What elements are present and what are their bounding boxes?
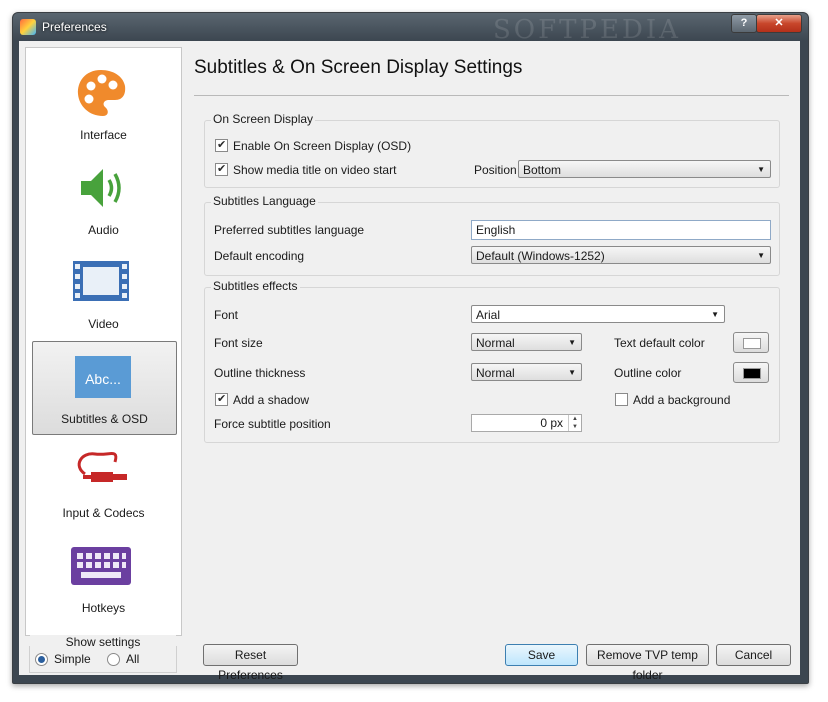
sidebar-item-input-codecs[interactable]: Input & Codecs	[26, 436, 181, 528]
outline-color-label: Outline color	[614, 366, 682, 380]
chevron-down-icon: ▼	[711, 310, 719, 319]
subtitles-icon: Abc...	[75, 356, 131, 398]
save-button[interactable]: Save	[505, 644, 578, 666]
text-color-button[interactable]	[733, 332, 769, 353]
remove-temp-folder-button[interactable]: Remove TVP temp folder	[586, 644, 709, 682]
sidebar-item-label: Subtitles & OSD	[61, 412, 148, 426]
enable-osd-label: Enable On Screen Display (OSD)	[233, 139, 412, 153]
osd-group-title: On Screen Display	[211, 112, 316, 126]
font-label: Font	[214, 308, 239, 322]
outline-color-button[interactable]	[733, 362, 769, 383]
reset-preferences-button[interactable]: Reset Preferences	[203, 644, 298, 682]
add-shadow-checkbox[interactable]	[215, 392, 228, 406]
chevron-down-icon: ▼	[568, 338, 576, 347]
sidebar-item-interface[interactable]: Interface	[26, 58, 181, 150]
sidebar-item-label: Hotkeys	[81, 601, 126, 615]
sidebar-item-hotkeys[interactable]: Hotkeys	[26, 531, 181, 623]
enable-osd-checkbox[interactable]	[215, 138, 228, 152]
language-group-title: Subtitles Language	[211, 194, 318, 208]
subtitles-language-group: Subtitles Language Preferred subtitles l…	[204, 194, 780, 276]
speaker-icon	[81, 169, 121, 207]
text-color-swatch	[743, 338, 761, 349]
close-button[interactable]: ✕	[756, 14, 802, 33]
client-area: Interface Audio Video Abc... Subtitles &…	[19, 41, 800, 682]
sidebar-item-label: Interface	[80, 128, 127, 142]
chevron-down-icon: ▼	[757, 251, 765, 260]
force-position-label: Force subtitle position	[214, 417, 331, 431]
radio-simple[interactable]	[35, 653, 48, 666]
add-background-checkbox[interactable]	[615, 393, 628, 406]
add-background-label: Add a background	[633, 393, 731, 407]
force-position-value: 0 px	[540, 416, 563, 430]
outline-color-swatch	[743, 368, 761, 379]
encoding-value: Default (Windows-1252)	[476, 249, 605, 263]
app-icon	[20, 19, 36, 35]
font-size-select[interactable]: Normal ▼	[471, 333, 582, 351]
position-value: Bottom	[523, 163, 562, 177]
font-value: Arial	[476, 308, 501, 322]
effects-group-title: Subtitles effects	[211, 279, 300, 293]
force-position-spinbox[interactable]: 0 px ▲ ▼	[471, 414, 582, 432]
cancel-button[interactable]: Cancel	[716, 644, 791, 666]
palette-icon	[77, 70, 126, 116]
subtitles-effects-group: Subtitles effects Font Arial ▼ Font size…	[204, 279, 780, 443]
film-icon	[73, 261, 129, 301]
preferences-window: Preferences SOFTPEDIA ? ✕ Interface Audi…	[12, 12, 809, 684]
cable-icon	[77, 452, 127, 482]
outline-thickness-select[interactable]: Normal ▼	[471, 363, 582, 381]
sidebar-item-label: Input & Codecs	[62, 506, 145, 520]
spin-arrows-icon[interactable]: ▲ ▼	[568, 415, 581, 431]
chevron-down-icon: ▼	[568, 368, 576, 377]
add-shadow-label: Add a shadow	[233, 393, 310, 407]
category-sidebar: Interface Audio Video Abc... Subtitles &…	[25, 47, 182, 636]
show-settings-group: Show settings Simple All	[29, 635, 177, 673]
sidebar-item-subtitles-osd[interactable]: Abc... Subtitles & OSD	[32, 341, 177, 435]
position-label: Position	[474, 163, 517, 177]
sidebar-item-label: Video	[88, 317, 119, 331]
radio-simple-label: Simple	[54, 652, 91, 666]
help-button[interactable]: ?	[731, 14, 757, 33]
subtitles-icon-text: Abc...	[85, 371, 121, 387]
default-encoding-select[interactable]: Default (Windows-1252) ▼	[471, 246, 771, 264]
font-select[interactable]: Arial ▼	[471, 305, 725, 323]
default-encoding-label: Default encoding	[214, 249, 305, 263]
preferred-language-label: Preferred subtitles language	[214, 223, 365, 237]
sidebar-item-label: Audio	[88, 223, 119, 237]
outline-thickness-value: Normal	[476, 366, 515, 380]
font-size-label: Font size	[214, 336, 263, 350]
title-bar[interactable]: Preferences SOFTPEDIA ? ✕	[13, 13, 808, 45]
keyboard-icon	[71, 547, 131, 585]
text-color-label: Text default color	[614, 336, 705, 350]
chevron-down-icon: ▼	[757, 165, 765, 174]
radio-all-label: All	[126, 652, 140, 666]
show-title-label: Show media title on video start	[233, 163, 397, 177]
show-settings-title: Show settings	[30, 635, 176, 649]
sidebar-item-video[interactable]: Video	[26, 247, 181, 339]
font-size-value: Normal	[476, 336, 515, 350]
osd-group: On Screen Display Enable On Screen Displ…	[204, 112, 780, 188]
radio-all[interactable]	[107, 653, 120, 666]
sidebar-item-audio[interactable]: Audio	[26, 153, 181, 245]
title-divider	[194, 95, 789, 96]
window-title: Preferences	[42, 20, 107, 34]
show-title-checkbox[interactable]	[215, 162, 228, 176]
page-title: Subtitles & On Screen Display Settings	[194, 57, 523, 78]
position-select[interactable]: Bottom ▼	[518, 160, 771, 178]
outline-thickness-label: Outline thickness	[214, 366, 306, 380]
preferred-language-input[interactable]: English	[471, 220, 771, 240]
